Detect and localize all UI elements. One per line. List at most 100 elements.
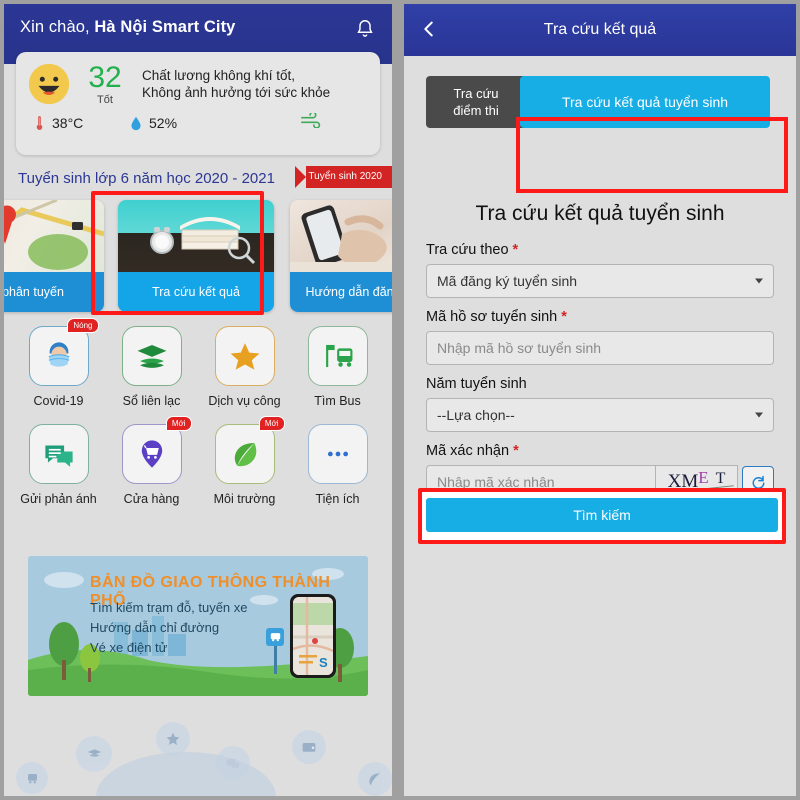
input-profile-code[interactable]: Nhập mã hồ sơ tuyển sinh <box>426 331 774 365</box>
aqi-description-line2: Không ảnh hưởng tới sức khỏe <box>142 85 331 100</box>
tab-label-line2: điểm thi <box>453 103 499 118</box>
aqi-metrics-row: 38°C 52% <box>16 111 380 133</box>
status-badge: Mới <box>258 416 285 431</box>
admission-lookup-form: Tra cứu theo * Mã đăng ký tuyển sinh Mã … <box>426 242 774 510</box>
label-admission-year: Năm tuyển sinh <box>426 376 774 392</box>
label-profile-code: Mã hồ sơ tuyển sinh * <box>426 309 774 325</box>
faded-bottom-nav <box>4 700 392 796</box>
status-badge: Nóng <box>67 318 99 333</box>
tile-box: Mới <box>121 416 192 484</box>
thermometer-icon <box>34 114 45 132</box>
ellipsis-icon <box>327 451 348 457</box>
label-text: Năm tuyển sinh <box>426 376 527 392</box>
badge-arrow-icon <box>295 166 307 188</box>
tile-so-lien-lac[interactable]: Sổ liên lạc <box>105 326 198 408</box>
tab-tra-cuu-diem-thi[interactable]: Tra cứu điểm thi <box>426 76 526 128</box>
right-body: Tra cứu điểm thi Tra cứu kết quả tuyển s… <box>404 56 796 796</box>
highlight-active-tab <box>516 117 788 193</box>
card-image-map <box>4 200 104 278</box>
right-app-header: Tra cứu kết quả <box>404 4 796 56</box>
admission-title: Tuyển sinh lớp 6 năm học 2020 - 2021 <box>18 169 275 187</box>
app-name: Hà Nội Smart City <box>94 18 236 36</box>
left-phone-panel: Xin chào, Hà Nội Smart City 32 Tốt Chất … <box>4 4 392 796</box>
tile-label: Sổ liên lạc <box>122 394 181 408</box>
wind-metric <box>262 111 362 133</box>
input-placeholder: Nhập mã hồ sơ tuyển sinh <box>437 340 602 356</box>
humidity-value: 52% <box>149 115 178 131</box>
tile-box <box>28 424 89 484</box>
screenshot-root: Xin chào, Hà Nội Smart City 32 Tốt Chất … <box>0 0 800 800</box>
required-marker: * <box>512 242 519 258</box>
greeting-text: Xin chào, Hà Nội Smart City <box>20 18 235 37</box>
search-button-label: Tìm kiếm <box>573 507 631 523</box>
right-phone-panel: Tra cứu kết quả Tra cứu điểm thi Tra cứu… <box>404 4 796 796</box>
temperature-metric: 38°C <box>34 114 130 132</box>
tile-label: Môi trường <box>213 492 276 506</box>
tile-cua-hang[interactable]: Mới Cửa hàng <box>105 416 198 506</box>
tile-dich-vu-cong[interactable]: Dịch vụ công <box>198 326 291 408</box>
aqi-top-row: 32 Tốt Chất lương không khí tốt, Không ả… <box>16 52 380 107</box>
graduation-cap-icon <box>137 344 166 368</box>
tile-label: Tìm Bus <box>314 394 361 408</box>
tab-label: Tra cứu kết quả tuyển sinh <box>561 94 729 110</box>
tile-box: Nóng <box>28 318 99 386</box>
card-caption: phân tuyến <box>4 272 104 312</box>
phone-map-icon: S <box>290 594 336 678</box>
tile-tien-ich[interactable]: Tiện ích <box>291 424 384 506</box>
bus-stop-icon <box>325 344 352 368</box>
svg-text:S: S <box>319 655 328 670</box>
tile-label: Covid-19 <box>33 394 84 408</box>
greeting-prefix: Xin chào, <box>20 18 95 36</box>
smiley-happy-icon <box>26 61 72 107</box>
tile-gui-phan-anh[interactable]: Gửi phản ánh <box>12 424 105 506</box>
feature-tile-grid: Nóng Covid-19 Sổ liên lạc Dịch vụ công T… <box>4 318 392 506</box>
air-quality-card[interactable]: 32 Tốt Chất lương không khí tốt, Không ả… <box>16 52 380 155</box>
shop-pin-icon <box>141 440 162 468</box>
required-marker: * <box>513 443 519 459</box>
search-button[interactable]: Tìm kiếm <box>426 498 778 532</box>
select-lookup-by[interactable]: Mã đăng ký tuyển sinh <box>426 264 774 298</box>
chevron-left-icon[interactable] <box>418 17 440 41</box>
select-value: --Lựa chọn-- <box>437 407 515 423</box>
bus-stop-sign-icon <box>266 628 284 674</box>
aqi-description-line1: Chất lương không khí tốt, <box>142 68 295 83</box>
tile-covid-19[interactable]: Nóng Covid-19 <box>12 318 105 408</box>
required-marker: * <box>561 309 567 325</box>
banner-line-3: Vé xe điện tử <box>90 640 168 655</box>
admission-title-row: Tuyển sinh lớp 6 năm học 2020 - 2021 Tuy… <box>4 166 392 190</box>
select-admission-year[interactable]: --Lựa chọn-- <box>426 398 774 432</box>
tile-box <box>214 326 275 386</box>
face-mask-icon <box>48 342 69 367</box>
tile-box <box>307 424 368 484</box>
label-text: Mã hồ sơ tuyển sinh <box>426 309 562 325</box>
card-phan-tuyen[interactable]: phân tuyến <box>4 200 104 312</box>
status-badge: Mới <box>165 416 192 431</box>
aqi-value-label: Tốt <box>97 93 113 106</box>
label-text: Tra cứu theo <box>426 242 513 258</box>
bus-icon <box>16 762 48 794</box>
bell-icon[interactable] <box>354 18 376 40</box>
card-caption: Hướng dẫn đăng ký <box>290 272 392 312</box>
page-title: Tra cứu kết quả <box>543 21 657 38</box>
tile-moi-truong[interactable]: Mới Môi trường <box>198 416 291 506</box>
wind-icon <box>300 111 324 133</box>
card-huong-dan-dang-ky[interactable]: Hướng dẫn đăng ký <box>290 200 392 312</box>
admission-badge-label: Tuyển sinh 2020 <box>306 166 392 188</box>
chevron-down-icon <box>755 412 763 418</box>
traffic-map-banner[interactable]: BẢN ĐỒ GIAO THÔNG THÀNH PHỐ Tìm kiếm trạ… <box>28 556 368 696</box>
tile-label: Cửa hàng <box>123 492 180 506</box>
humidity-metric: 52% <box>130 115 262 132</box>
form-title: Tra cứu kết quả tuyển sinh <box>475 202 725 225</box>
select-value: Mã đăng ký tuyển sinh <box>437 273 578 289</box>
label-text: Mã xác nhận <box>426 443 514 459</box>
tile-box <box>307 326 368 386</box>
tile-label: Gửi phản ánh <box>20 492 97 506</box>
star-icon <box>230 343 259 370</box>
wallet-icon <box>292 730 326 764</box>
tile-tim-bus[interactable]: Tìm Bus <box>291 326 384 408</box>
star-icon <box>156 722 190 756</box>
temperature-value: 38°C <box>52 115 84 131</box>
admission-badge[interactable]: Tuyển sinh 2020 <box>295 166 392 188</box>
highlight-card-tra-cuu-ket-qua <box>91 191 264 315</box>
banner-line-1: Tìm kiếm trạm đỗ, tuyến xe <box>90 600 248 615</box>
